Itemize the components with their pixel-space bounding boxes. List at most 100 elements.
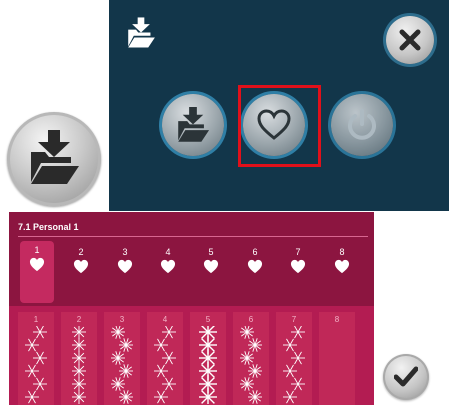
- stitch-tab-7[interactable]: 7: [281, 243, 315, 293]
- stitch-line: [78, 378, 85, 385]
- stitch-line: [168, 377, 173, 385]
- ok-button[interactable]: [383, 354, 429, 400]
- stitch-line: [297, 357, 302, 365]
- stitch-line: [73, 383, 80, 390]
- stitch-line: [36, 331, 41, 339]
- stitch-tab-8[interactable]: 8: [325, 243, 359, 293]
- menu-title: 7.1 Personal 1: [18, 222, 79, 232]
- stitch-tab-3[interactable]: 3: [108, 243, 142, 293]
- stitch-line: [160, 344, 165, 352]
- stitch-column-5[interactable]: 5: [190, 312, 226, 405]
- stitch-column-number: 1: [33, 315, 39, 324]
- stitch-line: [157, 390, 162, 398]
- stitch-line: [157, 364, 162, 372]
- stitch-line: [289, 390, 294, 398]
- folder-load-icon: [31, 130, 79, 184]
- stitch-line: [31, 370, 36, 378]
- stitch-line: [73, 396, 80, 403]
- stitch-column-number: 2: [76, 315, 82, 324]
- stitch-line: [73, 370, 80, 377]
- heart-icon: [203, 259, 219, 274]
- stitch-column-1[interactable]: 1: [18, 312, 54, 405]
- tab-number: 3: [122, 247, 128, 257]
- stitch-line: [157, 338, 162, 346]
- close-button[interactable]: [386, 16, 434, 64]
- load-from-folder-button[interactable]: [162, 94, 224, 156]
- stitch-line: [286, 364, 291, 372]
- heart-icon: [73, 259, 89, 274]
- stitch-line: [201, 364, 209, 372]
- stitch-line: [78, 352, 85, 359]
- stitch-column-8[interactable]: 8: [319, 312, 355, 405]
- stitch-line: [207, 370, 215, 378]
- stitch-column-3[interactable]: 3: [104, 312, 140, 405]
- stitch-tab-4[interactable]: 4: [151, 243, 185, 293]
- stitch-line: [160, 370, 165, 378]
- stitch-line: [207, 390, 215, 398]
- heart-icon: [117, 259, 133, 274]
- stitch-line: [28, 396, 33, 404]
- stitch-line: [289, 338, 294, 346]
- stitch-line: [207, 377, 215, 385]
- stitch-line: [201, 357, 209, 365]
- stitch-line: [28, 370, 33, 378]
- tab-number: 1: [34, 245, 40, 255]
- stitch-column-4[interactable]: 4: [147, 312, 183, 405]
- stitch-line: [73, 391, 80, 398]
- stitch-line: [28, 338, 33, 346]
- stitch-line: [201, 338, 209, 346]
- stitch-column-6[interactable]: 6: [233, 312, 269, 405]
- stitch-pattern-preview: [25, 326, 47, 404]
- stitch-grid: 1 2 3 4 5 6 7 8: [14, 312, 359, 405]
- stitch-line: [73, 326, 80, 333]
- stitch-line: [294, 357, 299, 365]
- stitch-tab-2[interactable]: 2: [64, 243, 98, 293]
- stitch-line: [78, 339, 85, 346]
- stitch-tab-1[interactable]: 1: [20, 241, 54, 303]
- stitch-line: [39, 383, 44, 391]
- stitch-line: [289, 370, 294, 378]
- stitch-line: [201, 377, 209, 385]
- power-button[interactable]: [331, 94, 393, 156]
- stitch-line: [39, 377, 44, 385]
- stitch-line: [207, 383, 215, 391]
- stitch-column-7[interactable]: 7: [276, 312, 312, 405]
- stitch-line: [286, 338, 291, 346]
- stitch-column-2[interactable]: 2: [61, 312, 97, 405]
- tab-number: 8: [339, 247, 345, 257]
- stitch-line: [165, 357, 170, 365]
- stitch-line: [73, 357, 80, 364]
- stitch-line: [73, 365, 80, 372]
- stitch-line: [286, 344, 291, 352]
- stitch-line: [297, 331, 302, 339]
- stitch-column-number: 6: [248, 315, 254, 324]
- stitch-line: [31, 338, 36, 346]
- stitch-line: [160, 364, 165, 372]
- stitch-line: [168, 326, 173, 333]
- stitch-line: [165, 331, 170, 339]
- stitch-tab-5[interactable]: 5: [194, 243, 228, 293]
- stitch-pattern-preview: [283, 326, 305, 404]
- stitch-line: [165, 326, 170, 333]
- stitch-line: [168, 357, 173, 365]
- stitch-pattern-preview: [154, 326, 176, 404]
- stitch-line: [160, 396, 165, 404]
- stitch-line: [39, 326, 44, 333]
- stitch-line: [36, 357, 41, 365]
- stitch-line: [201, 383, 209, 391]
- stitch-line: [294, 326, 299, 333]
- stitch-line: [286, 370, 291, 378]
- stitch-tab-6[interactable]: 6: [238, 243, 272, 293]
- load-folder-button[interactable]: [7, 112, 101, 206]
- heart-icon: [29, 257, 45, 272]
- stitch-line: [165, 377, 170, 385]
- stitch-line: [201, 326, 209, 333]
- stitch-line: [297, 326, 302, 333]
- stitch-line: [168, 331, 173, 339]
- stitch-line: [289, 344, 294, 352]
- stitch-line: [39, 331, 44, 339]
- stitch-line: [78, 344, 85, 351]
- tab-number: 2: [78, 247, 84, 257]
- stitch-column-number: 8: [334, 315, 340, 324]
- stitch-line: [207, 396, 215, 404]
